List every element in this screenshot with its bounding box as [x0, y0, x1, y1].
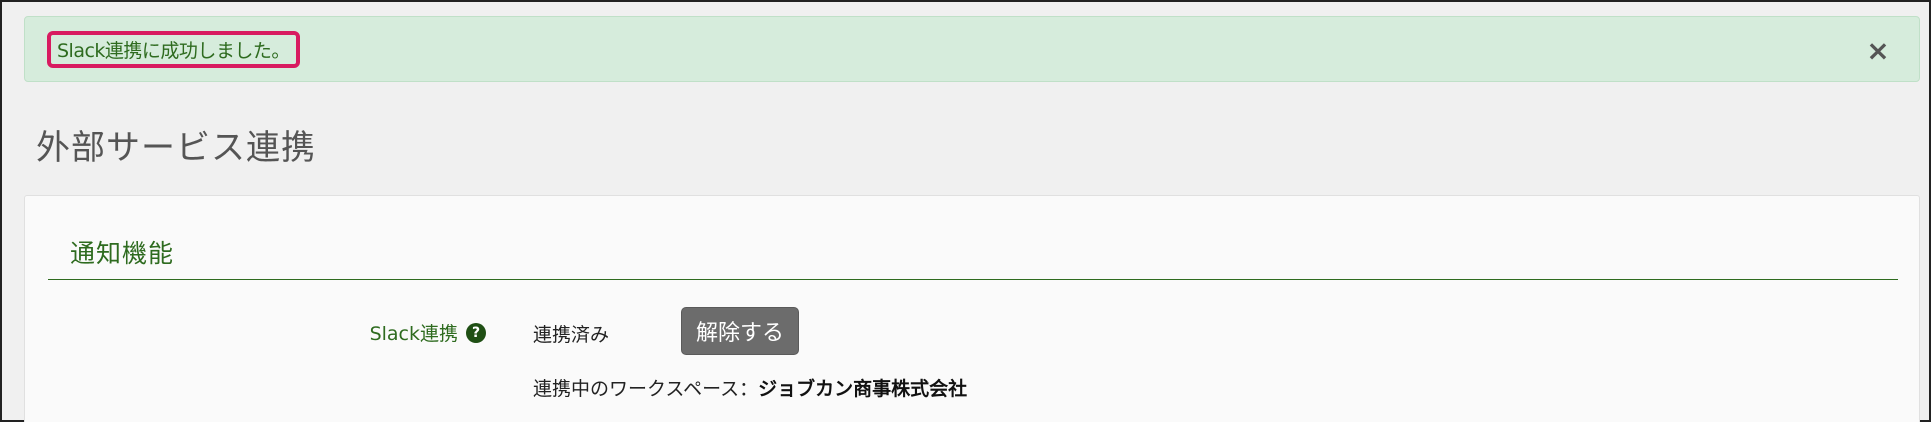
workspace-name: ジョブカン商事株式会社 — [758, 378, 968, 400]
section-title: 通知機能 — [70, 239, 175, 268]
page-title: 外部サービス連携 — [36, 128, 316, 168]
alert-message: Slack連携に成功しました。 — [47, 31, 300, 68]
success-alert: Slack連携に成功しました。 × — [24, 16, 1920, 82]
notification-panel: 通知機能 Slack連携 ? 連携済み 解除する 連携中のワークスペース：ジョブ… — [24, 195, 1920, 422]
unlink-button[interactable]: 解除する — [681, 307, 799, 355]
slack-status: 連携済み — [533, 324, 610, 346]
workspace-info: 連携中のワークスペース：ジョブカン商事株式会社 — [533, 374, 967, 401]
close-icon[interactable]: × — [1863, 34, 1893, 67]
slack-field-label: Slack連携 ? — [370, 319, 486, 346]
help-icon[interactable]: ? — [466, 322, 486, 343]
slack-label-text: Slack連携 — [369, 323, 458, 345]
workspace-label: 連携中のワークスペース： — [533, 378, 759, 400]
section-divider — [48, 279, 1898, 280]
